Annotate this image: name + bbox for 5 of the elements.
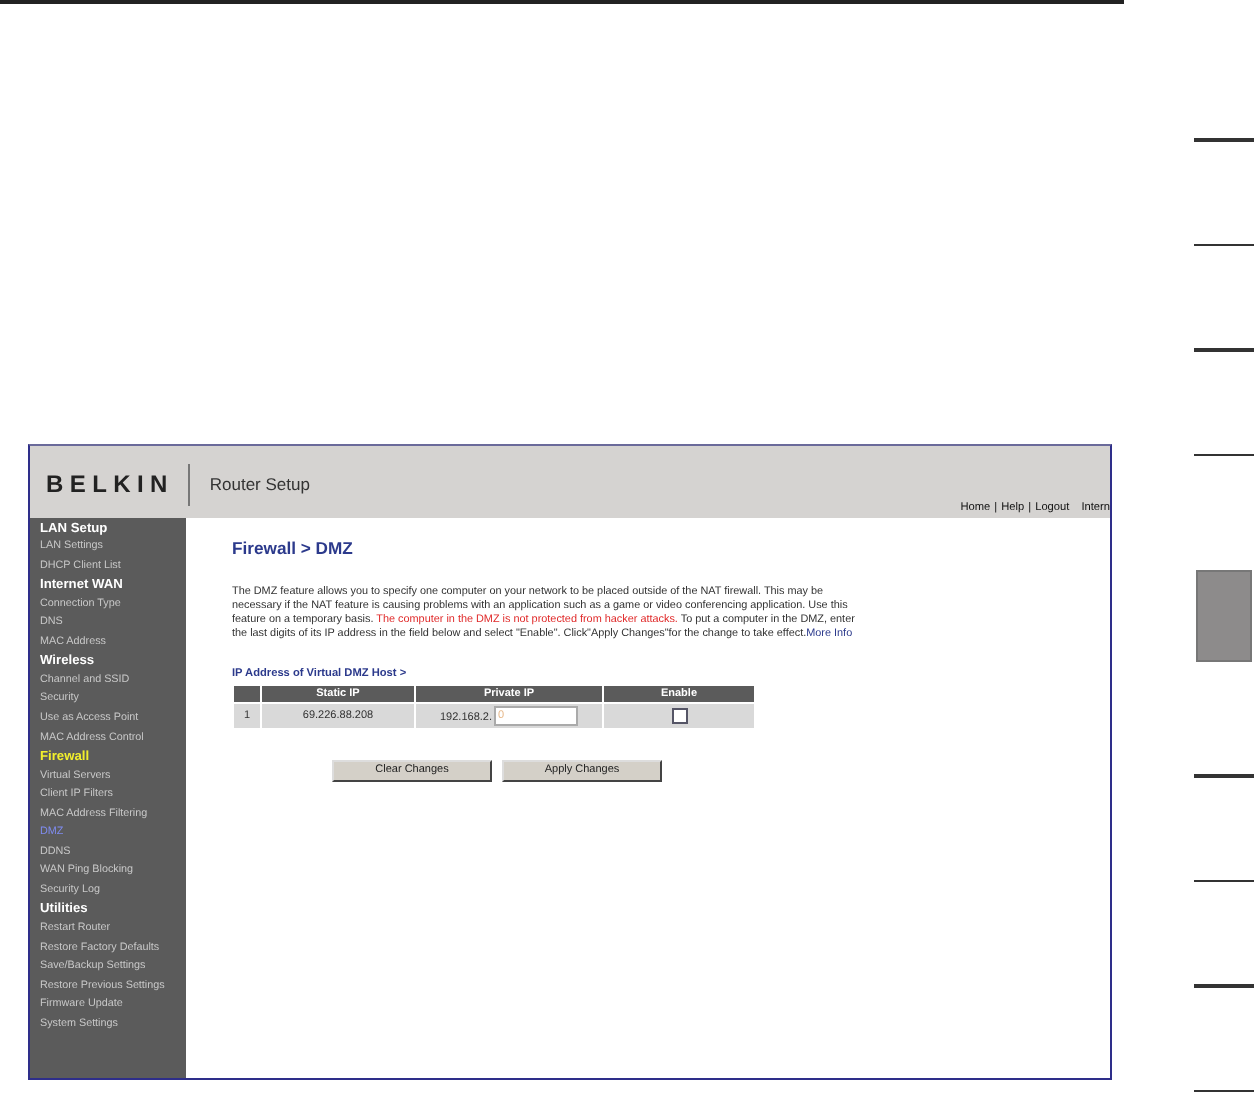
app-title: Router Setup [209,473,310,493]
belkin-logo: BELKIN [46,469,174,497]
header-cell [234,685,260,701]
enable-checkbox[interactable] [671,707,687,723]
page-title: Firewall > DMZ [232,537,355,557]
